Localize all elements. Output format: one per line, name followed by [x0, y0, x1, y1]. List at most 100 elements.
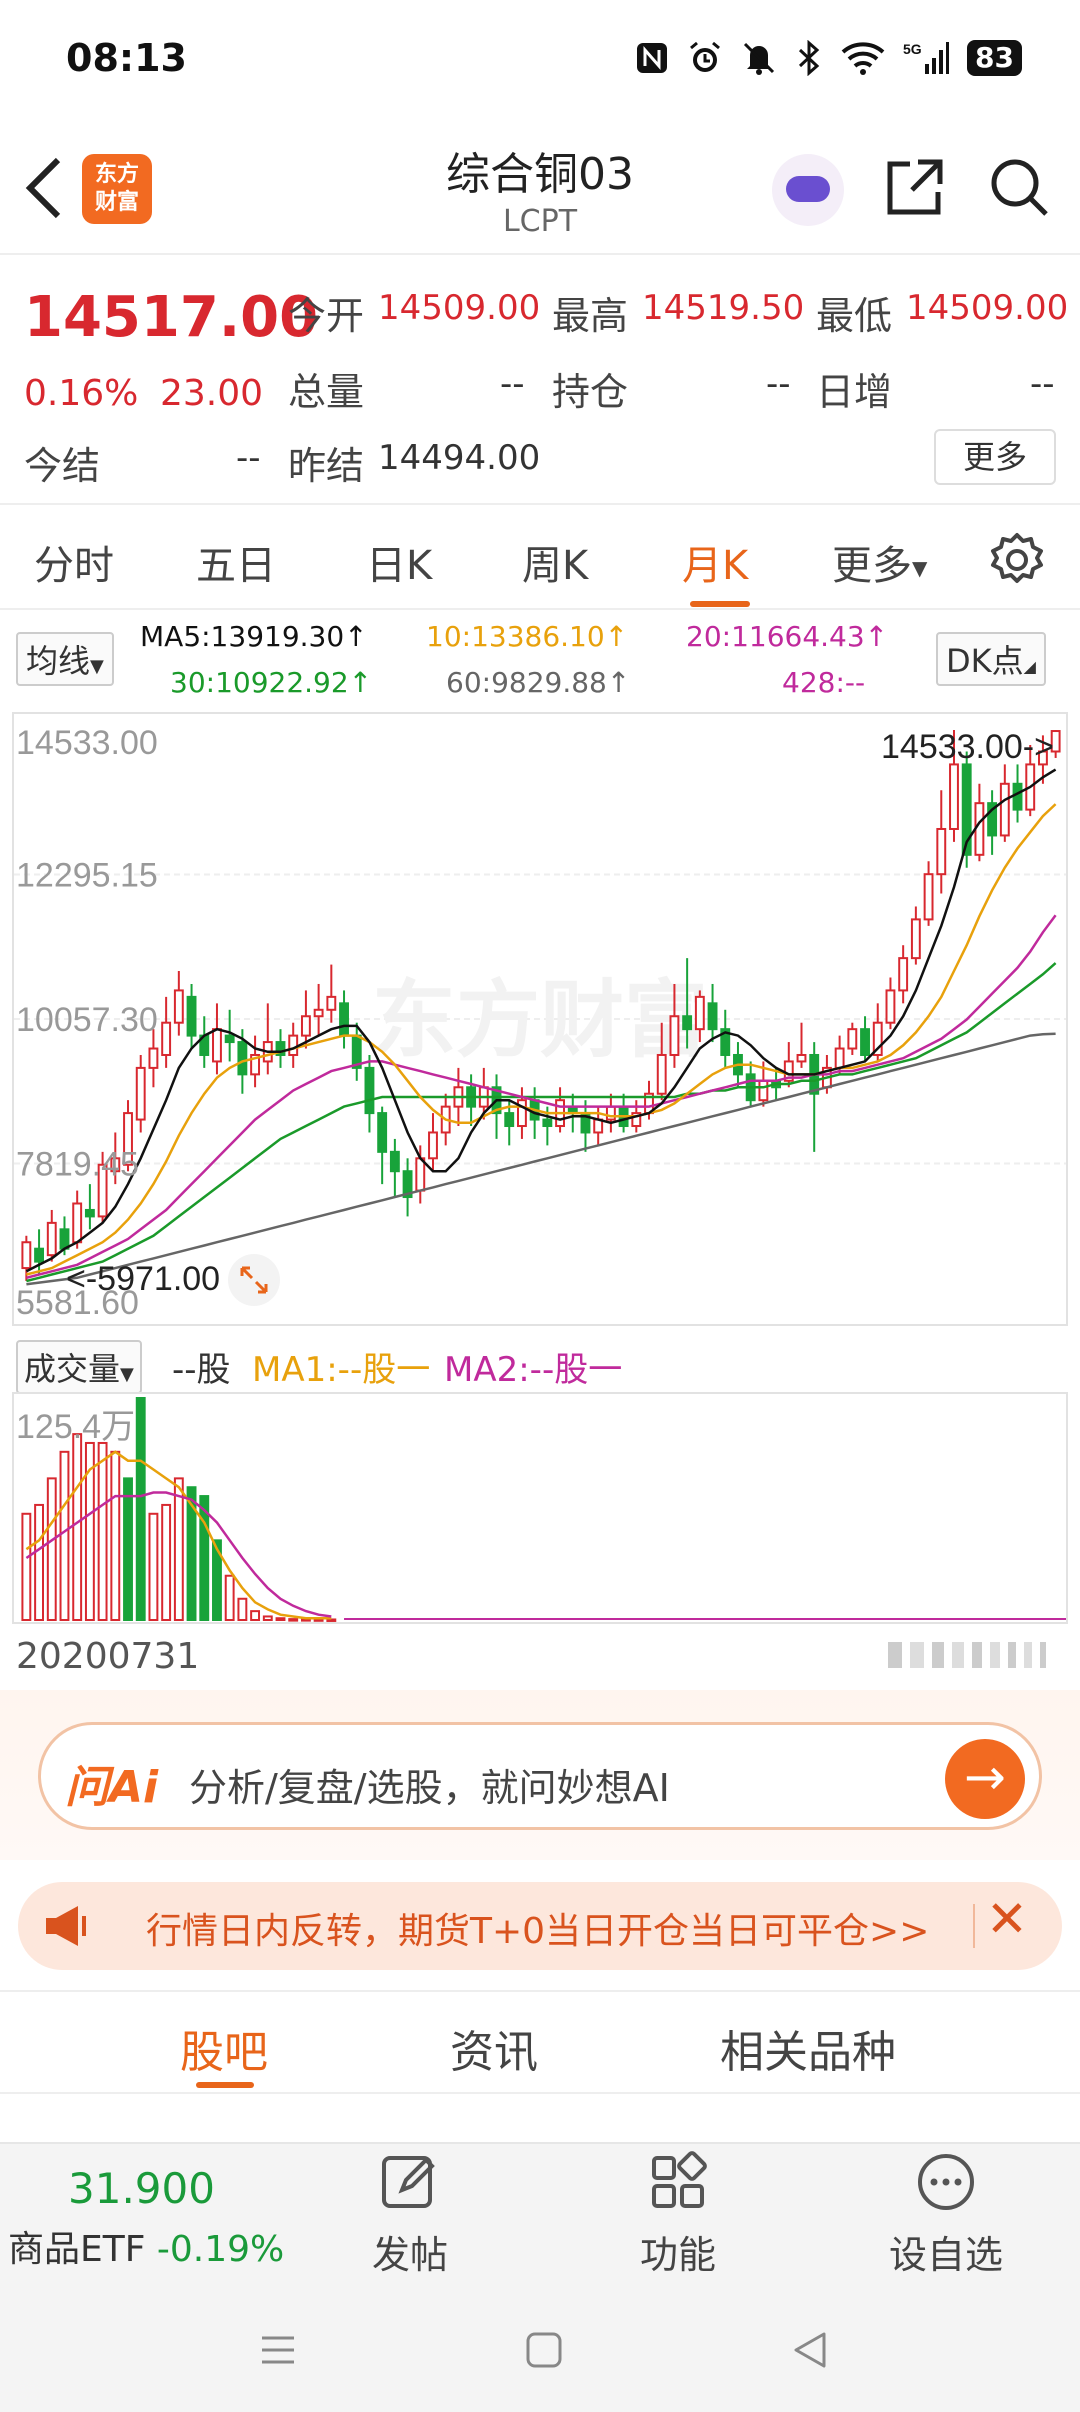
chart-scroller-icon[interactable] [888, 1640, 1060, 1670]
tab-related[interactable]: 相关品种 [720, 2016, 896, 2080]
prev-settle-value: 14494.00 [378, 438, 541, 478]
page-subtitle: LCPT [502, 204, 578, 239]
volume-max-label: 125.4万 [16, 1408, 135, 1446]
ma5-value: MA5:13919.30↑ [140, 620, 368, 653]
back-button[interactable] [22, 156, 66, 230]
promo-notice[interactable]: 行情日内反转，期货T+0当日开仓当日可平仓>> ✕ [18, 1882, 1062, 1970]
tab-more[interactable]: 更多▼ [832, 533, 927, 591]
daily-inc-label: 日增 [816, 370, 893, 414]
more-dots-icon [918, 2154, 974, 2210]
low-value: 14509.00 [906, 288, 1069, 328]
candle [339, 1002, 349, 1037]
candle [796, 1053, 807, 1063]
bluetooth-icon [799, 40, 820, 76]
back-arrow-icon [25, 157, 61, 219]
candle [415, 1157, 426, 1192]
volume-bar [110, 1450, 121, 1622]
candle [300, 1015, 311, 1037]
home-icon[interactable] [524, 2330, 564, 2370]
dropdown-arrow-icon: ▼ [90, 656, 104, 677]
candle [377, 1112, 388, 1153]
candle [860, 1028, 870, 1056]
dk-points-button[interactable]: DK点◢ [936, 632, 1046, 686]
volume-bar [46, 1477, 57, 1622]
expand-icon[interactable] [228, 1254, 280, 1306]
tab-daily-k[interactable]: 日K [366, 533, 432, 591]
alarm-icon [690, 41, 720, 72]
tab-news[interactable]: 资讯 [450, 2016, 538, 2080]
candle [313, 1008, 324, 1018]
position-value: -- [766, 364, 791, 404]
candle [389, 1150, 400, 1173]
search-icon[interactable] [988, 156, 1050, 218]
volume-ma2: MA2:--股一 [444, 1350, 623, 1390]
app-logo[interactable]: 东方 财富 [82, 154, 152, 224]
mute-icon [743, 42, 775, 75]
candle [542, 1118, 553, 1128]
candle [949, 763, 959, 830]
close-icon[interactable]: ✕ [986, 1890, 1028, 1948]
volume-bar [173, 1477, 184, 1622]
candle [656, 1053, 667, 1095]
volume-bar [224, 1574, 235, 1621]
tab-weekly-k[interactable]: 周K [522, 533, 588, 591]
volume-chart[interactable]: 125.4万 [12, 1392, 1068, 1624]
candle [504, 1112, 515, 1128]
volume-bar [97, 1441, 108, 1621]
indicator-select[interactable]: 成交量▼ [16, 1340, 142, 1394]
quote-panel: 14517.00 0.16% 23.00 今开 14509.00 最高 1451… [0, 255, 1080, 505]
tab-forum[interactable]: 股吧 [180, 2016, 268, 2080]
ai-logo: 问Ai [65, 1762, 159, 1813]
ma-select[interactable]: 均线▼ [16, 632, 114, 686]
volume-bar [237, 1597, 248, 1621]
change-amount: 23.00 [160, 373, 264, 414]
status-time: 08:13 [66, 36, 187, 80]
share-icon[interactable] [884, 156, 946, 218]
candle [212, 1028, 222, 1063]
open-label: 今开 [288, 294, 365, 338]
ai-ask-bar[interactable]: 问Ai 分析/复盘/选股，就问妙想AI → [38, 1722, 1042, 1830]
volume-bar [148, 1512, 159, 1621]
menu-icon[interactable] [258, 2330, 298, 2370]
kline-chart[interactable]: 东方财富 14533.00 12295.15 10057.30 7819.45 5581.… [12, 712, 1068, 1326]
grid-icon [652, 2151, 707, 2208]
candle [59, 1228, 70, 1250]
kline-svg: 东方财富14533.0012295.1510057.307819.455581.… [14, 724, 1066, 1322]
candle [46, 1221, 57, 1257]
tab-monthly-k[interactable]: 月K [682, 533, 748, 591]
header: 东方 财富 综合铜03 LCPT [0, 120, 1080, 255]
position-label: 持仓 [552, 370, 629, 414]
volume-unit: --股 [172, 1350, 231, 1390]
battery-indicator: 83 [967, 40, 1022, 76]
arrow-right-icon[interactable]: → [945, 1739, 1025, 1819]
low-label: 最低 [816, 294, 893, 338]
nfc-icon [637, 43, 668, 73]
add-watchlist-button[interactable]: 设自选 [876, 2150, 1016, 2279]
bottom-nav: 31.900 商品ETF -0.19% 发帖 功能 设自选 [0, 2142, 1080, 2412]
more-button[interactable]: 更多 [934, 429, 1056, 485]
back-triangle-icon[interactable] [790, 2330, 830, 2370]
open-value: 14509.00 [378, 288, 541, 328]
volume-bar [161, 1503, 172, 1621]
period-tabs: 分时 五日 日K 周K 月K 更多▼ [0, 505, 1080, 610]
candle [148, 1047, 159, 1069]
etf-quote-card[interactable]: 31.900 商品ETF -0.19% [0, 2144, 290, 2304]
functions-button[interactable]: 功能 [608, 2150, 748, 2279]
5g-signal-icon: 5G [903, 41, 950, 74]
max-price-marker: 14533.00-> [881, 728, 1054, 766]
dropdown-arrow-icon: ▼ [912, 556, 928, 580]
tab-five-day[interactable]: 五日 [196, 533, 276, 591]
min-price-marker: <-5971.00 [66, 1260, 220, 1298]
volume-bar [123, 1477, 133, 1622]
tab-intraday[interactable]: 分时 [34, 533, 114, 591]
post-button[interactable]: 发帖 [340, 2150, 480, 2279]
svg-text:5G: 5G [903, 41, 922, 57]
candle [682, 1015, 693, 1031]
candle [21, 1241, 32, 1270]
volume-bar [250, 1610, 261, 1622]
volume-bar [199, 1495, 210, 1621]
ai-assistant-avatar[interactable] [772, 154, 844, 226]
gear-icon[interactable] [988, 531, 1046, 589]
candle [34, 1247, 45, 1263]
high-value: 14519.50 [642, 288, 805, 328]
